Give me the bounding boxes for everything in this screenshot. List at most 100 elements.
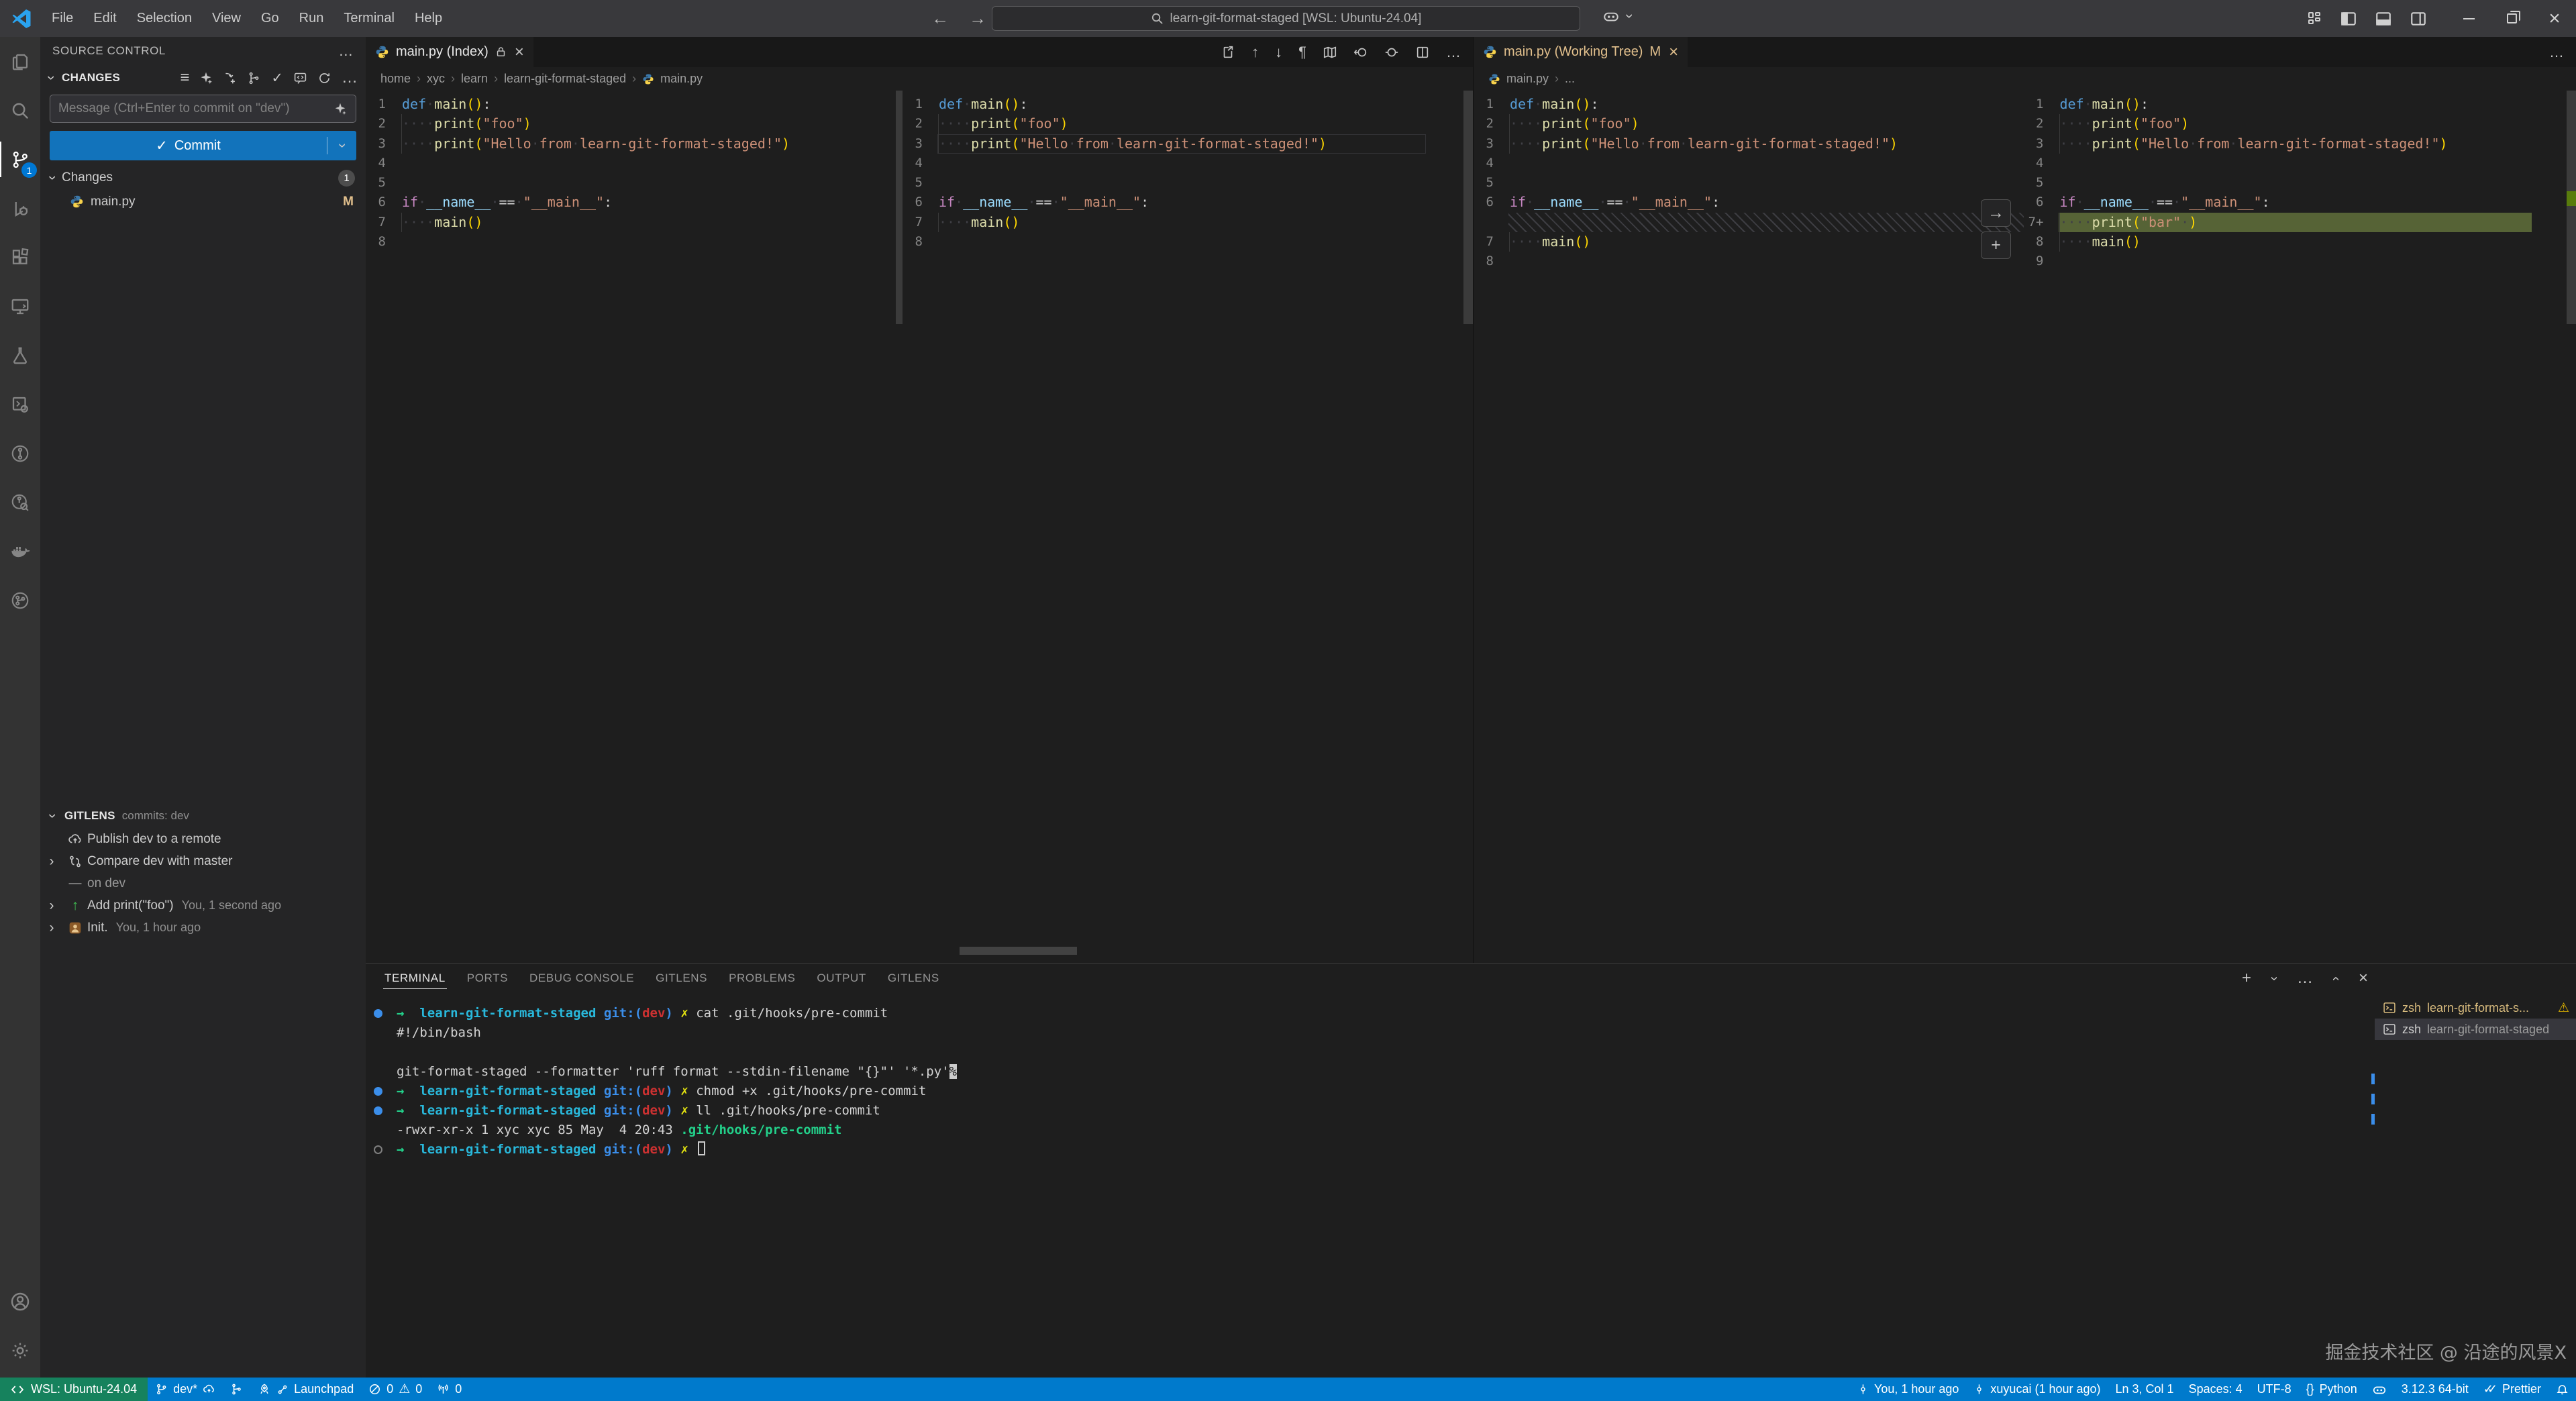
- command-decoration-icon[interactable]: [374, 1145, 382, 1154]
- gitlens-icon[interactable]: [0, 429, 40, 478]
- notebook-gear-icon[interactable]: [0, 380, 40, 429]
- changed-file-row[interactable]: main.py M: [40, 190, 366, 213]
- breadcrumb-item[interactable]: main.py: [1506, 72, 1549, 86]
- panel-tab-gitlens-2[interactable]: GITLENS: [877, 964, 950, 993]
- python-interpreter-indicator[interactable]: 3.12.3 64-bit: [2394, 1378, 2476, 1401]
- menu-help[interactable]: Help: [405, 0, 452, 37]
- close-icon[interactable]: ×: [515, 43, 524, 62]
- previous-change-icon[interactable]: ↑: [1251, 44, 1259, 61]
- panel-tab-gitlens[interactable]: GITLENS: [645, 964, 718, 993]
- refresh-icon[interactable]: [317, 71, 331, 85]
- view-as-list-icon[interactable]: ≡: [180, 68, 189, 87]
- breadcrumb-item[interactable]: xyc: [427, 72, 445, 86]
- blame-author-indicator[interactable]: xuyucai (1 hour ago): [1966, 1378, 2108, 1401]
- problems-indicator[interactable]: 0 ⚠ 0: [361, 1378, 429, 1401]
- revert-change-arrow-button[interactable]: →: [1981, 199, 2011, 227]
- forward-arrow-icon[interactable]: →: [969, 8, 986, 29]
- breadcrumb-item[interactable]: ...: [1565, 72, 1575, 86]
- inline-view-icon[interactable]: [1384, 45, 1399, 60]
- panel-tab-output[interactable]: OUTPUT: [806, 964, 876, 993]
- swap-sides-icon[interactable]: [1353, 45, 1368, 60]
- source-control-icon[interactable]: 1: [0, 135, 40, 184]
- formatter-indicator[interactable]: ✓✓ Prettier: [2476, 1378, 2548, 1401]
- panel-tab-debug-console[interactable]: DEBUG CONSOLE: [519, 964, 645, 993]
- graph-icon[interactable]: [247, 71, 261, 85]
- search-view-icon[interactable]: [0, 86, 40, 135]
- command-center-search[interactable]: learn-git-format-staged [WSL: Ubuntu-24.…: [992, 6, 1580, 31]
- encoding-indicator[interactable]: UTF-8: [2250, 1378, 2299, 1401]
- copilot-status-button[interactable]: [2365, 1378, 2394, 1401]
- comment-code-icon[interactable]: [293, 71, 307, 85]
- diff-pane-original[interactable]: 1def·main():2····print("foo")3····print(…: [366, 91, 903, 963]
- menu-view[interactable]: View: [202, 0, 251, 37]
- terminal-list-item-selected[interactable]: zsh learn-git-format-staged: [2375, 1019, 2576, 1040]
- close-panel-icon[interactable]: ×: [2359, 969, 2368, 988]
- menu-run[interactable]: Run: [289, 0, 334, 37]
- settings-gear-icon[interactable]: [0, 1326, 40, 1375]
- more-actions-icon[interactable]: …: [2549, 44, 2564, 61]
- copilot-menu-button[interactable]: ›: [1602, 7, 1635, 25]
- sparkle-icon[interactable]: [333, 101, 348, 116]
- gitlens-commit-row[interactable]: › Init. You, 1 hour ago: [40, 917, 366, 939]
- blame-you-indicator[interactable]: You, 1 hour ago: [1850, 1378, 1966, 1401]
- changes-section-header[interactable]: › CHANGES ≡ ✓: [40, 65, 366, 91]
- gitlens-launchpad-button[interactable]: Launchpad: [250, 1378, 361, 1401]
- breadcrumb[interactable]: main.py › ...: [1474, 67, 2576, 91]
- remote-explorer-icon[interactable]: [0, 282, 40, 331]
- panel-tab-problems[interactable]: PROBLEMS: [718, 964, 806, 993]
- ports-indicator[interactable]: 0: [429, 1378, 469, 1401]
- terminal-dropdown-icon[interactable]: ›: [2266, 973, 2281, 984]
- menu-go[interactable]: Go: [251, 0, 289, 37]
- docker-icon[interactable]: [0, 527, 40, 576]
- toggle-whitespace-icon[interactable]: ¶: [1298, 44, 1306, 61]
- account-icon[interactable]: [0, 1277, 40, 1326]
- scrollbar[interactable]: [2567, 91, 2576, 324]
- command-decoration-icon[interactable]: [374, 1087, 382, 1096]
- testing-icon[interactable]: [0, 331, 40, 380]
- toggle-secondary-sidebar-icon[interactable]: [2410, 10, 2427, 28]
- gitlens-inspect-icon[interactable]: [0, 478, 40, 527]
- scrollbar[interactable]: [896, 91, 903, 324]
- gitlens-section-header[interactable]: › GITLENS commits: dev: [40, 804, 366, 828]
- view-more-actions-icon[interactable]: …: [338, 42, 354, 60]
- new-terminal-icon[interactable]: +: [2242, 969, 2251, 988]
- back-arrow-icon[interactable]: ←: [931, 8, 949, 29]
- command-decoration-icon[interactable]: [374, 1106, 382, 1115]
- toggle-panel-icon[interactable]: [2375, 10, 2392, 28]
- menu-edit[interactable]: Edit: [83, 0, 126, 37]
- commit-dropdown-button[interactable]: ›: [327, 137, 356, 154]
- breadcrumb[interactable]: home› xyc› learn› learn-git-format-stage…: [366, 67, 1473, 91]
- breadcrumb-item[interactable]: home: [380, 72, 411, 86]
- indentation-indicator[interactable]: Spaces: 4: [2181, 1378, 2250, 1401]
- breadcrumb-item[interactable]: learn: [461, 72, 488, 86]
- close-icon[interactable]: ×: [1669, 43, 1678, 62]
- diff-pane-modified[interactable]: 1def·main():2····print("foo")3····print(…: [2024, 91, 2576, 963]
- stage-change-plus-button[interactable]: +: [1981, 231, 2011, 259]
- customize-layout-icon[interactable]: [2306, 10, 2322, 28]
- terminal-list-item[interactable]: zsh learn-git-format-s... ⚠: [2375, 997, 2576, 1019]
- run-debug-icon[interactable]: [0, 184, 40, 233]
- terminal-viewport[interactable]: → learn-git-format-staged git:(dev) ✗ ca…: [366, 993, 2375, 1378]
- more-actions-icon[interactable]: …: [1446, 44, 1461, 61]
- open-file-icon[interactable]: [1221, 45, 1235, 60]
- command-decoration-icon[interactable]: [374, 1009, 382, 1018]
- diff-pane-modified[interactable]: 1def·main():2····print("foo")3····print(…: [903, 91, 1473, 963]
- gitlens-publish-row[interactable]: Publish dev to a remote: [40, 828, 366, 850]
- commit-button[interactable]: ✓ Commit ›: [50, 131, 356, 160]
- remote-indicator[interactable]: WSL: Ubuntu-24.04: [0, 1378, 148, 1401]
- gitlens-compare-row[interactable]: › Compare dev with master: [40, 850, 366, 872]
- tab-main-py-index[interactable]: main.py (Index) ×: [366, 37, 533, 67]
- breadcrumb-item[interactable]: main.py: [660, 72, 703, 86]
- panel-tab-ports[interactable]: PORTS: [456, 964, 519, 993]
- toggle-primary-sidebar-icon[interactable]: [2340, 10, 2357, 28]
- close-window-button[interactable]: ×: [2533, 0, 2576, 37]
- split-editor-icon[interactable]: [1415, 45, 1430, 60]
- maximize-panel-icon[interactable]: ›: [2328, 973, 2343, 984]
- more-actions-icon[interactable]: …: [2297, 969, 2313, 988]
- menu-file[interactable]: File: [42, 0, 83, 37]
- cursor-position[interactable]: Ln 3, Col 1: [2108, 1378, 2181, 1401]
- minimize-button[interactable]: [2447, 0, 2490, 37]
- gitlens-commit-row[interactable]: › ↑ Add print("foo") You, 1 second ago: [40, 894, 366, 917]
- menu-selection[interactable]: Selection: [127, 0, 202, 37]
- more-actions-icon[interactable]: …: [342, 68, 358, 87]
